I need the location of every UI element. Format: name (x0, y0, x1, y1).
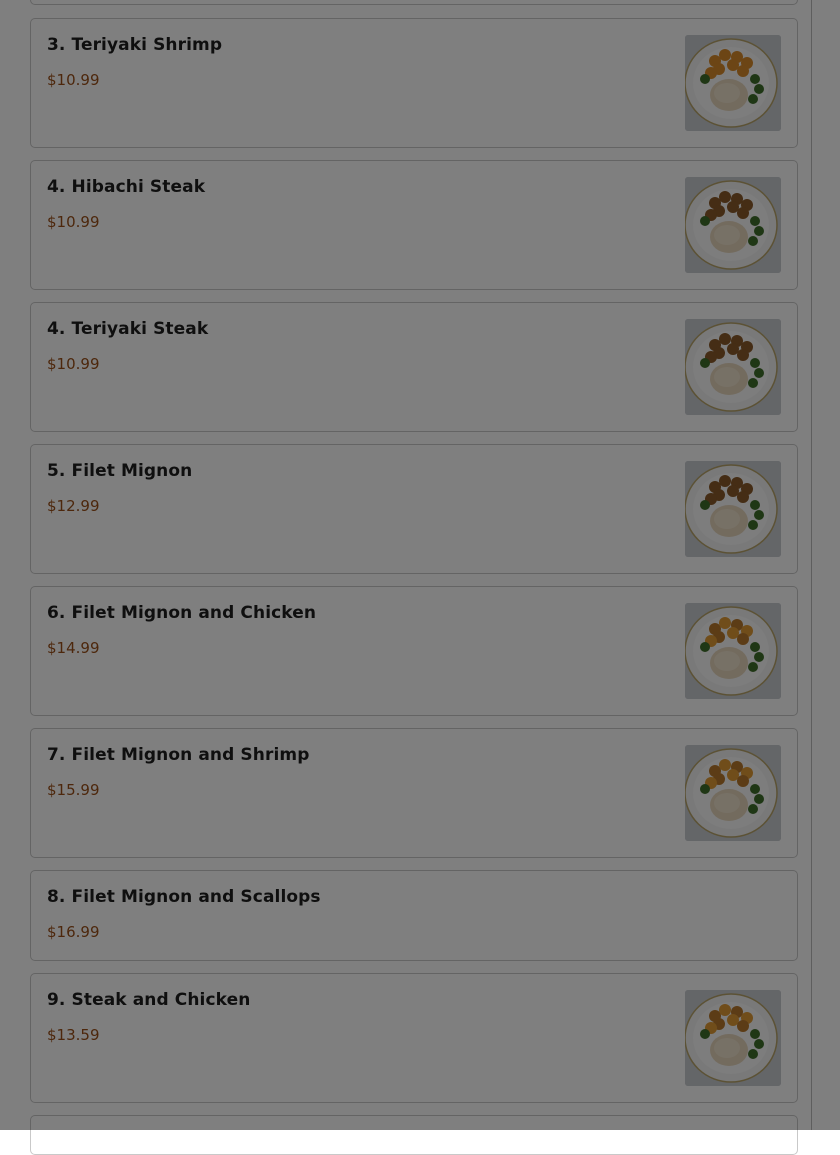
modal-backdrop-overlay[interactable] (0, 0, 840, 1130)
